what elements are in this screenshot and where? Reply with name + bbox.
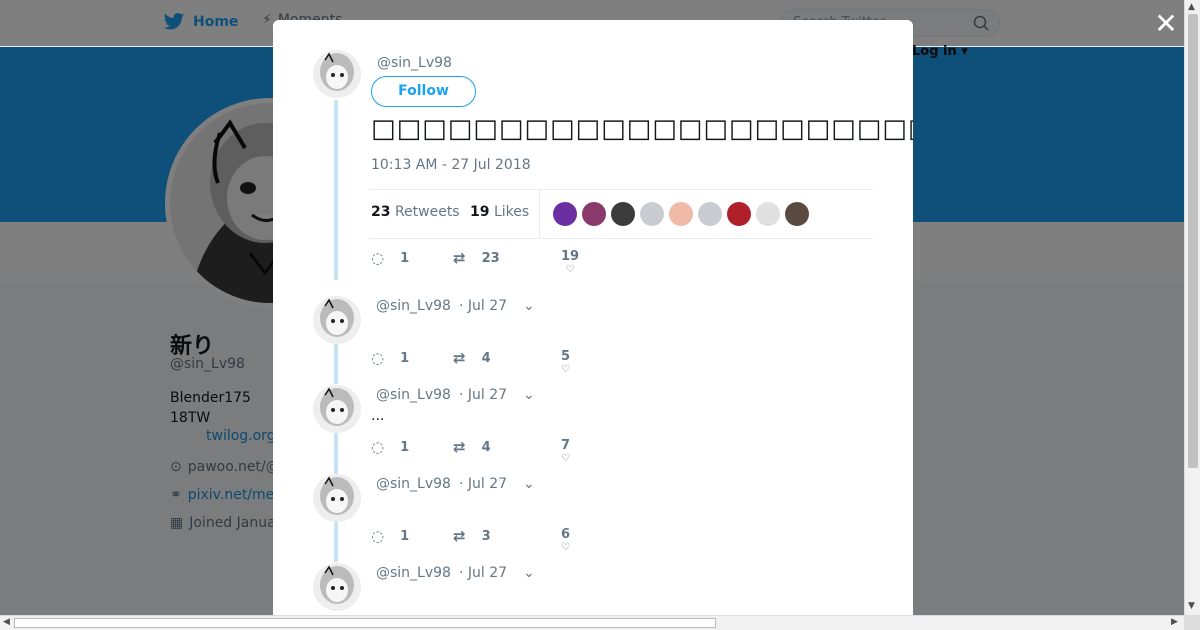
liker-avatar[interactable] [553,202,577,226]
like-count: 19 [561,249,580,264]
reply-header: @sin_Lv98 · Jul 27 ⌄ [376,387,535,403]
reply-header: @sin_Lv98 · Jul 27 ⌄ [376,565,535,581]
avatar[interactable] [313,563,361,611]
horizontal-scroll-thumb[interactable] [14,618,716,628]
reply-icon: ◌ [371,249,385,267]
tweet-text: □□□□□□□□□□□□□□□□□□□□□□□□□□□□□□□□□□□□□□□□… [371,114,913,144]
reply-handle[interactable]: @sin_Lv98 [376,565,451,581]
liker-avatar[interactable] [582,202,606,226]
reply-date[interactable]: · Jul 27 [459,476,507,492]
avatar[interactable] [313,474,361,522]
likes-stat[interactable]: 19 Likes [470,204,529,220]
retweet-icon: ⇄ [453,527,466,545]
heart-icon: ♡ [561,364,570,375]
vertical-scroll-thumb[interactable] [1188,14,1198,468]
reply-count: 1 [400,350,410,366]
close-icon[interactable]: ✕ [1152,10,1180,38]
liker-avatar[interactable] [785,202,809,226]
chevron-down-icon[interactable]: ⌄ [523,476,535,492]
reply-date[interactable]: · Jul 27 [459,565,507,581]
thread-line [334,432,338,474]
liker-avatar[interactable] [669,202,693,226]
reply-date[interactable]: · Jul 27 [459,387,507,403]
liker-avatar[interactable] [640,202,664,226]
like-button[interactable]: 7 ♡ [561,438,571,464]
tweet-modal: @sin_Lv98 Follow □□□□□□□□□□□□□□□□□□□□□□□… [273,20,913,615]
likes-label: Likes [493,204,530,220]
retweet-icon: ⇄ [453,249,466,267]
likes-count: 19 [470,204,490,220]
scroll-up-icon[interactable]: ▲ [1188,2,1195,12]
reply-count: 1 [400,439,410,455]
tweet-timestamp[interactable]: 10:13 AM - 27 Jul 2018 [371,157,531,173]
scrollbar-corner [1184,615,1200,630]
thread-line [334,342,338,384]
follow-button[interactable]: Follow [371,76,476,107]
liker-avatar[interactable] [611,202,635,226]
liker-avatar[interactable] [727,202,751,226]
retweet-icon: ⇄ [453,349,466,367]
reply-count: 1 [400,250,410,266]
like-count: 5 [561,349,571,364]
retweet-icon: ⇄ [453,438,466,456]
reply-handle[interactable]: @sin_Lv98 [376,476,451,492]
like-button[interactable]: 5 ♡ [561,349,571,375]
reply-button[interactable]: ◌ 1 [371,527,409,545]
retweet-count: 23 [481,250,500,266]
liker-avatar[interactable] [698,202,722,226]
chevron-down-icon[interactable]: ⌄ [523,387,535,403]
liker-avatar[interactable] [756,202,780,226]
reply-button[interactable]: ◌ 1 [371,349,409,367]
reply-header: @sin_Lv98 · Jul 27 ⌄ [376,298,535,314]
vertical-scrollbar[interactable]: ▲ ▼ [1184,0,1200,615]
retweets-label: Retweets [394,204,460,220]
tweet-stats: 23 Retweets 19 Likes [369,189,873,239]
like-button[interactable]: 19 ♡ [561,249,580,275]
reply-count: 1 [400,528,410,544]
avatar[interactable] [313,385,361,433]
reply-button[interactable]: ◌ 1 [371,438,409,456]
stats-divider [539,190,540,238]
retweets-stat[interactable]: 23 Retweets [371,204,460,220]
reply-header: @sin_Lv98 · Jul 27 ⌄ [376,476,535,492]
reply-date[interactable]: · Jul 27 [459,298,507,314]
thread-line [334,100,338,280]
chevron-down-icon[interactable]: ⌄ [523,565,535,581]
scroll-left-icon[interactable]: ◀ [3,617,10,627]
reply-icon: ◌ [371,438,385,456]
heart-icon: ♡ [561,542,570,553]
heart-icon: ♡ [565,264,575,275]
reply-handle[interactable]: @sin_Lv98 [376,387,451,403]
reply-text: ... [371,408,385,424]
retweet-count: 3 [481,528,491,544]
retweet-button[interactable]: ⇄ 4 [453,438,491,456]
reply-icon: ◌ [371,349,385,367]
scroll-down-icon[interactable]: ▼ [1188,601,1195,611]
retweet-count: 4 [481,439,491,455]
thread-line [334,520,338,562]
avatar[interactable] [313,296,361,344]
chevron-down-icon[interactable]: ⌄ [523,298,535,314]
reply-handle[interactable]: @sin_Lv98 [376,298,451,314]
tweet-handle[interactable]: @sin_Lv98 [377,55,452,71]
reply-button[interactable]: ◌ 1 [371,249,409,267]
retweet-button[interactable]: ⇄ 4 [453,349,491,367]
retweets-count: 23 [371,204,391,220]
avatar[interactable] [313,50,361,98]
reply-icon: ◌ [371,527,385,545]
like-button[interactable]: 6 ♡ [561,527,571,553]
scroll-right-icon[interactable]: ▶ [1171,617,1178,627]
horizontal-scrollbar[interactable]: ◀ ▶ [0,615,1184,630]
like-count: 7 [561,438,571,453]
retweet-button[interactable]: ⇄ 23 [453,249,500,267]
like-count: 6 [561,527,571,542]
retweet-count: 4 [481,350,491,366]
retweet-button[interactable]: ⇄ 3 [453,527,491,545]
heart-icon: ♡ [561,453,570,464]
